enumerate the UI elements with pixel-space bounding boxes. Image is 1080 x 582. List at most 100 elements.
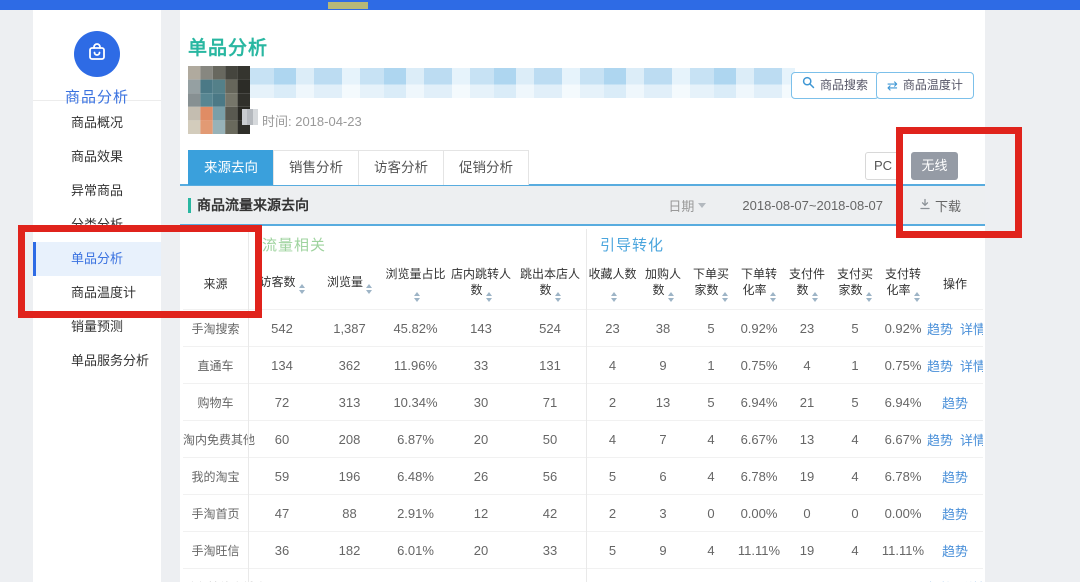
column-header[interactable]: 浏览量 bbox=[316, 272, 383, 296]
value-cell: 1 bbox=[687, 358, 735, 373]
sort-arrows-icon[interactable] bbox=[914, 292, 920, 302]
sort-asc-icon bbox=[668, 292, 674, 296]
detail-link[interactable]: 详情 bbox=[960, 430, 983, 449]
sort-arrows-icon[interactable] bbox=[812, 292, 818, 302]
sort-arrows-icon[interactable] bbox=[722, 292, 728, 302]
value-cell: 4 bbox=[831, 432, 879, 447]
tab[interactable]: 访客分析 bbox=[358, 150, 444, 185]
sort-arrows-icon[interactable] bbox=[668, 292, 674, 302]
trend-link[interactable]: 趋势 bbox=[942, 393, 968, 412]
sort-arrows-icon[interactable] bbox=[299, 284, 305, 294]
sort-arrows-icon[interactable] bbox=[414, 292, 420, 302]
trend-link[interactable]: 趋势 bbox=[942, 467, 968, 486]
column-header[interactable]: 下单转化率 bbox=[735, 264, 783, 304]
product-thermometer-button[interactable]: ⇄ 商品温度计 bbox=[876, 72, 974, 99]
download-button[interactable]: 下载 bbox=[919, 196, 961, 215]
value-cell: 362 bbox=[316, 358, 383, 373]
tab[interactable]: 促销分析 bbox=[443, 150, 529, 185]
sidebar-item[interactable]: 商品效果 bbox=[33, 140, 161, 174]
toolbar: 商品流量来源去向 日期 2018-08-07~2018-08-07 下载 bbox=[180, 186, 985, 226]
column-header-row: 来源访客数浏览量浏览量占比店内跳转人数跳出本店人数收藏人数加购人数下单买家数下单… bbox=[183, 259, 983, 309]
actions-cell: 趋势 详情 bbox=[927, 578, 983, 582]
trend-link[interactable]: 趋势 bbox=[927, 356, 953, 375]
source-cell: 直通车 bbox=[183, 357, 248, 374]
trend-link[interactable]: 趋势 bbox=[942, 504, 968, 523]
trend-link[interactable]: 趋势 bbox=[942, 541, 968, 560]
source-cell: 手淘旺信 bbox=[183, 542, 248, 559]
value-cell: 19 bbox=[783, 469, 831, 484]
scroll-indicator bbox=[328, 2, 368, 9]
group-traffic-label: 流量相关 bbox=[262, 234, 326, 255]
column-header[interactable]: 收藏人数 bbox=[586, 264, 639, 304]
sort-arrows-icon[interactable] bbox=[611, 292, 617, 302]
trend-link[interactable]: 趋势 bbox=[927, 430, 953, 449]
column-header[interactable]: 加购人数 bbox=[639, 264, 687, 304]
column-label: 支付件数 bbox=[789, 267, 825, 297]
tab-bar: 来源去向销售分析访客分析促销分析 bbox=[188, 150, 529, 185]
toggle-pc[interactable]: PC bbox=[865, 152, 901, 180]
sidebar-item[interactable]: 销量预测 bbox=[33, 310, 161, 344]
sidebar-item[interactable]: 单品分析 bbox=[33, 242, 161, 276]
sort-desc-icon bbox=[866, 298, 872, 302]
sort-arrows-icon[interactable] bbox=[770, 292, 776, 302]
value-cell: 131 bbox=[514, 358, 586, 373]
column-header[interactable]: 店内跳转人数 bbox=[448, 264, 514, 304]
sort-desc-icon bbox=[611, 298, 617, 302]
column-header[interactable]: 支付转化率 bbox=[879, 264, 927, 304]
value-cell: 1 bbox=[831, 358, 879, 373]
sort-desc-icon bbox=[722, 298, 728, 302]
detail-link[interactable]: 详情 bbox=[960, 578, 983, 582]
sort-arrows-icon[interactable] bbox=[366, 284, 372, 294]
value-cell: 19 bbox=[783, 543, 831, 558]
sort-arrows-icon[interactable] bbox=[866, 292, 872, 302]
value-cell: 6.94% bbox=[879, 395, 927, 410]
sort-desc-icon bbox=[668, 298, 674, 302]
sidebar: 商品分析 商品概况商品效果异常商品分类分析单品分析商品温度计销量预测单品服务分析 bbox=[33, 10, 161, 582]
sidebar-item[interactable]: 分类分析 bbox=[33, 208, 161, 242]
sort-arrows-icon[interactable] bbox=[486, 292, 492, 302]
date-dropdown[interactable]: 日期 bbox=[668, 196, 706, 215]
value-cell: 134 bbox=[248, 358, 316, 373]
column-header[interactable]: 支付件数 bbox=[783, 264, 831, 304]
sidebar-item[interactable]: 单品服务分析 bbox=[33, 344, 161, 378]
sort-asc-icon bbox=[812, 292, 818, 296]
section-title: 商品流量来源去向 bbox=[197, 195, 309, 215]
value-cell: 36 bbox=[248, 543, 316, 558]
group-convert-label: 引导转化 bbox=[600, 234, 664, 255]
table-row: 手淘旺信361826.01%203359411.11%19411.11%趋势 bbox=[183, 531, 983, 568]
value-cell: 1,387 bbox=[316, 321, 383, 336]
action-column-header: 操作 bbox=[927, 274, 983, 294]
column-label: 加购人数 bbox=[645, 267, 681, 297]
blurred-product-title bbox=[250, 68, 795, 98]
value-cell: 5 bbox=[687, 321, 735, 336]
value-cell: 0 bbox=[687, 506, 735, 521]
column-header[interactable]: 访客数 bbox=[248, 272, 316, 296]
value-cell: 4 bbox=[831, 469, 879, 484]
toggle-wireless[interactable]: 无线 bbox=[911, 152, 958, 180]
detail-link[interactable]: 详情 bbox=[960, 356, 983, 375]
trend-link[interactable]: 趋势 bbox=[927, 578, 953, 582]
sort-arrows-icon[interactable] bbox=[555, 292, 561, 302]
column-header[interactable]: 浏览量占比 bbox=[383, 264, 448, 304]
sort-asc-icon bbox=[414, 292, 420, 296]
value-cell: 182 bbox=[316, 543, 383, 558]
value-cell: 6.78% bbox=[735, 469, 783, 484]
tab[interactable]: 来源去向 bbox=[188, 150, 274, 185]
sidebar-item[interactable]: 异常商品 bbox=[33, 174, 161, 208]
sidebar-item[interactable]: 商品温度计 bbox=[33, 276, 161, 310]
trend-link[interactable]: 趋势 bbox=[927, 319, 953, 338]
detail-link[interactable]: 详情 bbox=[960, 319, 983, 338]
value-cell: 4 bbox=[687, 543, 735, 558]
value-cell: 50 bbox=[514, 432, 586, 447]
value-cell: 0.92% bbox=[879, 321, 927, 336]
product-search-button[interactable]: 商品搜索 bbox=[791, 72, 879, 99]
sidebar-item[interactable]: 商品概况 bbox=[33, 106, 161, 140]
value-cell: 5 bbox=[586, 469, 639, 484]
column-header[interactable]: 支付买家数 bbox=[831, 264, 879, 304]
value-cell: 524 bbox=[514, 321, 586, 336]
actions-cell: 趋势详情 bbox=[927, 430, 983, 449]
column-header[interactable]: 跳出本店人数 bbox=[514, 264, 586, 304]
tab[interactable]: 销售分析 bbox=[273, 150, 359, 185]
column-label: 浏览量 bbox=[327, 275, 363, 289]
column-header[interactable]: 下单买家数 bbox=[687, 264, 735, 304]
